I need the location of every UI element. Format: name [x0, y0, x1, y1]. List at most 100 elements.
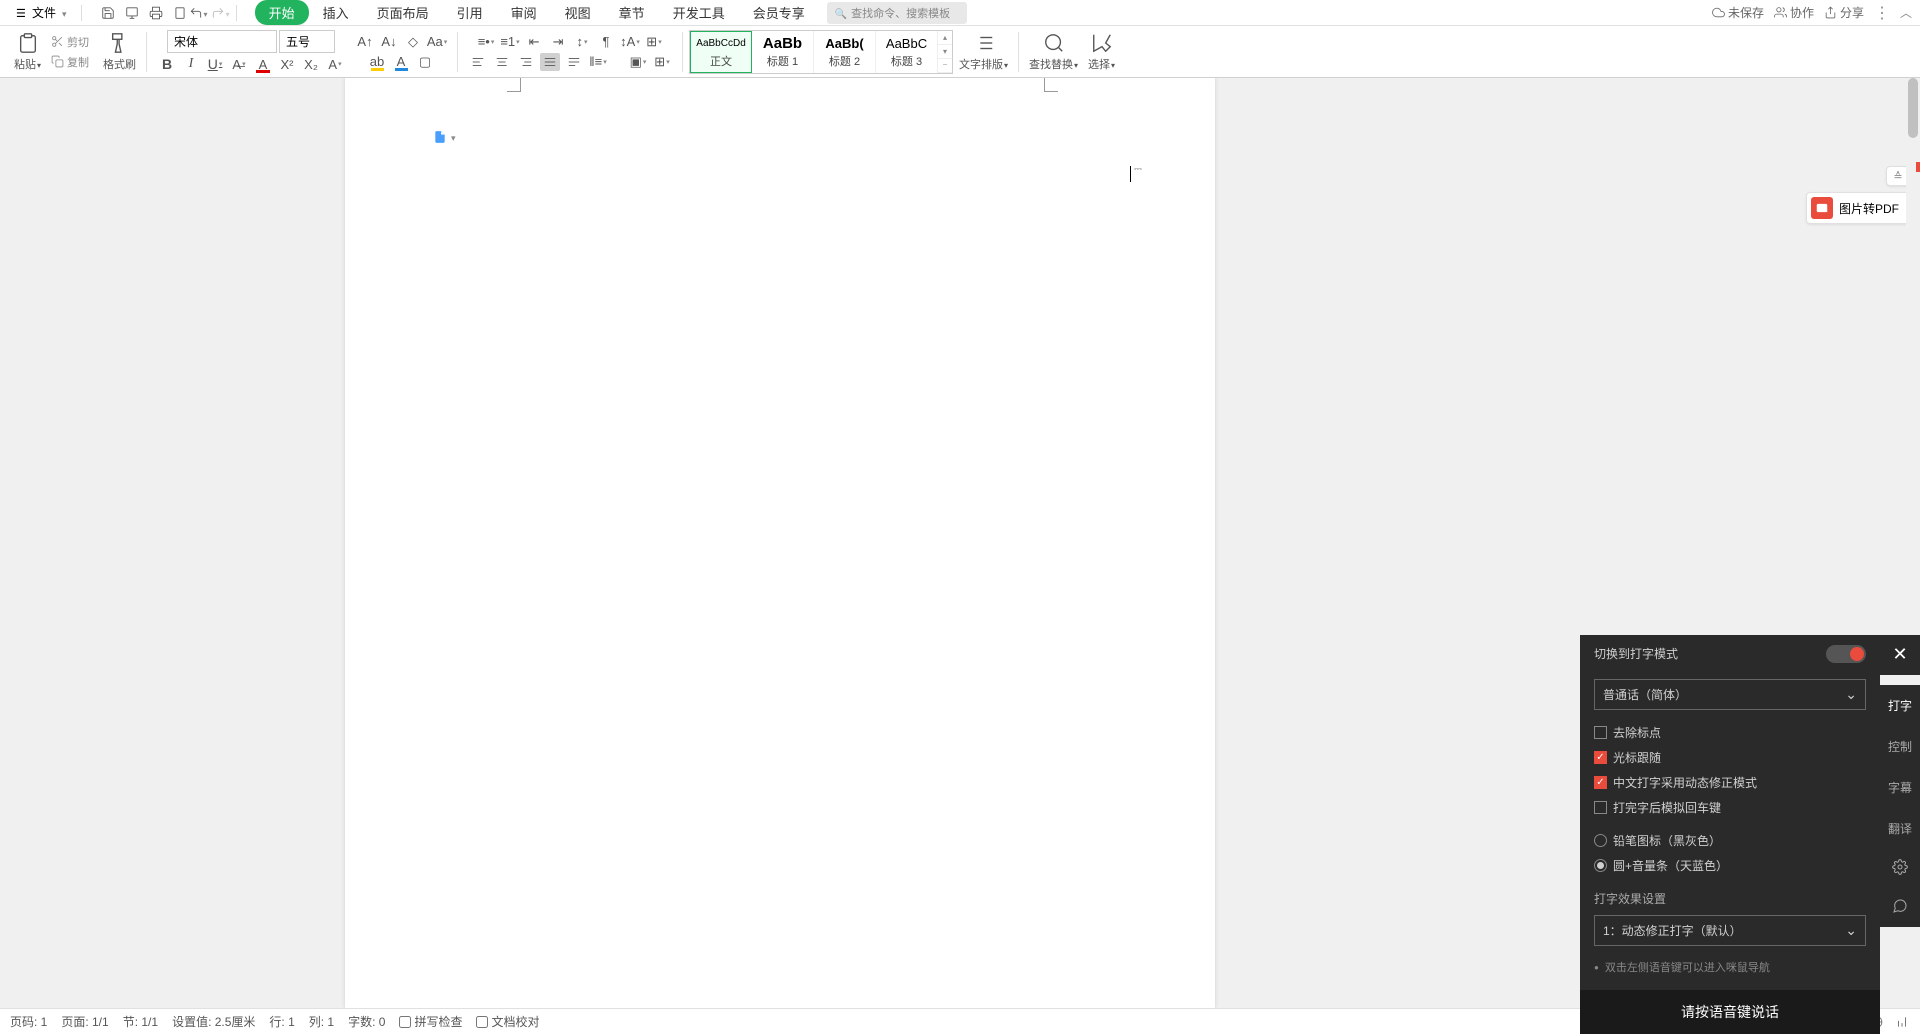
tab-start[interactable]: 开始 — [255, 0, 309, 25]
check-dynamic-correct[interactable]: ✓中文打字采用动态修正模式 — [1594, 774, 1866, 791]
tab-view[interactable]: 视图 — [551, 0, 605, 26]
voice-language-select[interactable]: 普通话（简体） — [1594, 679, 1866, 710]
status-position[interactable]: 设置值: 2.5厘米 — [172, 1013, 255, 1030]
subscript-button[interactable]: X₂ — [301, 55, 321, 73]
strikethrough-button[interactable]: A̶ — [229, 55, 249, 73]
spell-check-toggle[interactable]: 拼写检查 — [399, 1013, 462, 1030]
find-replace-button[interactable]: 查找替换 — [1025, 30, 1082, 74]
redo-icon[interactable] — [210, 5, 226, 21]
cut-button[interactable]: 剪切 — [47, 33, 93, 51]
tab-dev[interactable]: 开发工具 — [659, 0, 739, 26]
close-button[interactable]: ✕ — [1880, 635, 1920, 675]
tab-references[interactable]: 引用 — [443, 0, 497, 26]
voice-tab-subtitle[interactable]: 字幕 — [1880, 767, 1920, 808]
unsaved-status[interactable]: 未保存 — [1712, 4, 1764, 21]
styles-down[interactable]: ▾ — [938, 45, 952, 59]
line-spacing-button[interactable]: ‖≡ — [588, 53, 608, 71]
status-words[interactable]: 字数: 0 — [348, 1013, 385, 1030]
status-line[interactable]: 行: 1 — [269, 1013, 294, 1030]
align-right-button[interactable] — [516, 53, 536, 71]
more-icon[interactable]: ⋮ — [1874, 3, 1890, 23]
voice-chat-icon[interactable] — [1880, 888, 1920, 927]
sort-button[interactable]: ↕ — [572, 33, 592, 51]
style-h1[interactable]: AaBb 标题 1 — [752, 31, 814, 73]
change-case-button[interactable]: Aa — [427, 33, 447, 51]
collapse-ribbon-icon[interactable]: ︿ — [1900, 4, 1912, 21]
align-distribute-button[interactable] — [564, 53, 584, 71]
text-direction-button[interactable]: ↕A — [620, 33, 640, 51]
superscript-button[interactable]: X² — [277, 55, 297, 73]
font-size-select[interactable]: 五号 — [279, 30, 335, 53]
collab-button[interactable]: 协作 — [1774, 4, 1814, 21]
align-left-button[interactable] — [468, 53, 488, 71]
check-simulate-enter[interactable]: 打完字后模拟回车键 — [1594, 799, 1866, 816]
outline-button[interactable]: 文字排版 — [955, 30, 1012, 74]
share-button[interactable]: 分享 — [1824, 4, 1864, 21]
text-effect-button[interactable]: A — [325, 55, 345, 73]
align-justify-button[interactable] — [540, 53, 560, 71]
status-section[interactable]: 节: 1/1 — [123, 1013, 158, 1030]
check-remove-punct[interactable]: 去除标点 — [1594, 724, 1866, 741]
page-setup-icon[interactable] — [172, 5, 188, 21]
style-body[interactable]: AaBbCcDd 正文 — [690, 31, 752, 73]
italic-button[interactable]: I — [181, 55, 201, 73]
show-marks-button[interactable]: ¶ — [596, 33, 616, 51]
undo-icon[interactable] — [188, 5, 204, 21]
shrink-font-button[interactable]: A↓ — [379, 33, 399, 51]
print-icon[interactable] — [148, 5, 164, 21]
status-page[interactable]: 页面: 1/1 — [61, 1013, 108, 1030]
bold-button[interactable]: B — [157, 55, 177, 73]
font-name-select[interactable]: 宋体 — [167, 30, 277, 53]
style-h3[interactable]: AaBbC 标题 3 — [876, 31, 938, 73]
borders-button[interactable]: ⊞ — [652, 53, 672, 71]
scrollbar-thumb[interactable] — [1908, 78, 1918, 138]
voice-settings-icon[interactable] — [1880, 849, 1920, 888]
tab-insert[interactable]: 插入 — [309, 0, 363, 26]
bullets-button[interactable]: ≡• — [476, 33, 496, 51]
font-color2-button[interactable]: A — [391, 53, 411, 71]
numbering-button[interactable]: ≡1 — [500, 33, 520, 51]
document-nav-icon[interactable] — [433, 130, 456, 144]
paste-button[interactable]: 粘贴 — [10, 30, 45, 74]
clear-format-button[interactable]: ◇ — [403, 33, 423, 51]
styles-expand[interactable]: ⎯ — [938, 59, 952, 73]
tab-review[interactable]: 审阅 — [497, 0, 551, 26]
decrease-indent-button[interactable]: ⇤ — [524, 33, 544, 51]
redo-dropdown[interactable] — [226, 6, 230, 20]
check-cursor-follow[interactable]: ✓光标跟随 — [1594, 749, 1866, 766]
wrap-button[interactable]: ⊞ — [644, 33, 664, 51]
font-color-button[interactable]: A — [253, 55, 273, 73]
select-button[interactable]: 选择 — [1084, 30, 1119, 74]
image-to-pdf-button[interactable]: 图片转PDF — [1806, 192, 1910, 224]
voice-effect-select[interactable]: 1：动态修正打字（默认） — [1594, 915, 1866, 946]
style-h2[interactable]: AaBb( 标题 2 — [814, 31, 876, 73]
document-page[interactable] — [345, 78, 1215, 1008]
tab-member[interactable]: 会员专享 — [739, 0, 819, 26]
char-border-button[interactable]: ▢ — [415, 53, 435, 71]
shading-button[interactable]: ▣ — [628, 53, 648, 71]
format-painter-button[interactable]: 格式刷 — [99, 30, 140, 74]
styles-up[interactable]: ▴ — [938, 31, 952, 45]
file-menu[interactable]: 文件 — [8, 2, 75, 23]
status-col[interactable]: 列: 1 — [309, 1013, 334, 1030]
align-center-button[interactable] — [492, 53, 512, 71]
tab-layout[interactable]: 页面布局 — [363, 0, 443, 26]
increase-indent-button[interactable]: ⇥ — [548, 33, 568, 51]
voice-tab-control[interactable]: 控制 — [1880, 726, 1920, 767]
print-preview-icon[interactable] — [124, 5, 140, 21]
voice-tab-type[interactable]: 打字 — [1880, 685, 1920, 726]
voice-mode-toggle[interactable] — [1826, 645, 1866, 663]
status-page-num[interactable]: 页码: 1 — [10, 1013, 47, 1030]
underline-button[interactable]: U — [205, 55, 225, 73]
radio-circle-volume[interactable]: 圆+音量条（天蓝色） — [1594, 857, 1866, 874]
copy-button[interactable]: 复制 — [47, 53, 93, 71]
tab-sections[interactable]: 章节 — [605, 0, 659, 26]
search-commands[interactable]: 查找命令、搜索模板 — [827, 2, 967, 24]
undo-dropdown[interactable] — [204, 6, 208, 20]
proofread-toggle[interactable]: 文档校对 — [476, 1013, 539, 1030]
radio-pencil-icon[interactable]: 铅笔图标（黑灰色） — [1594, 832, 1866, 849]
voice-tab-translate[interactable]: 翻译 — [1880, 808, 1920, 849]
settings-icon[interactable] — [1894, 1014, 1910, 1030]
highlight-button[interactable]: ab — [367, 53, 387, 71]
grow-font-button[interactable]: A↑ — [355, 33, 375, 51]
